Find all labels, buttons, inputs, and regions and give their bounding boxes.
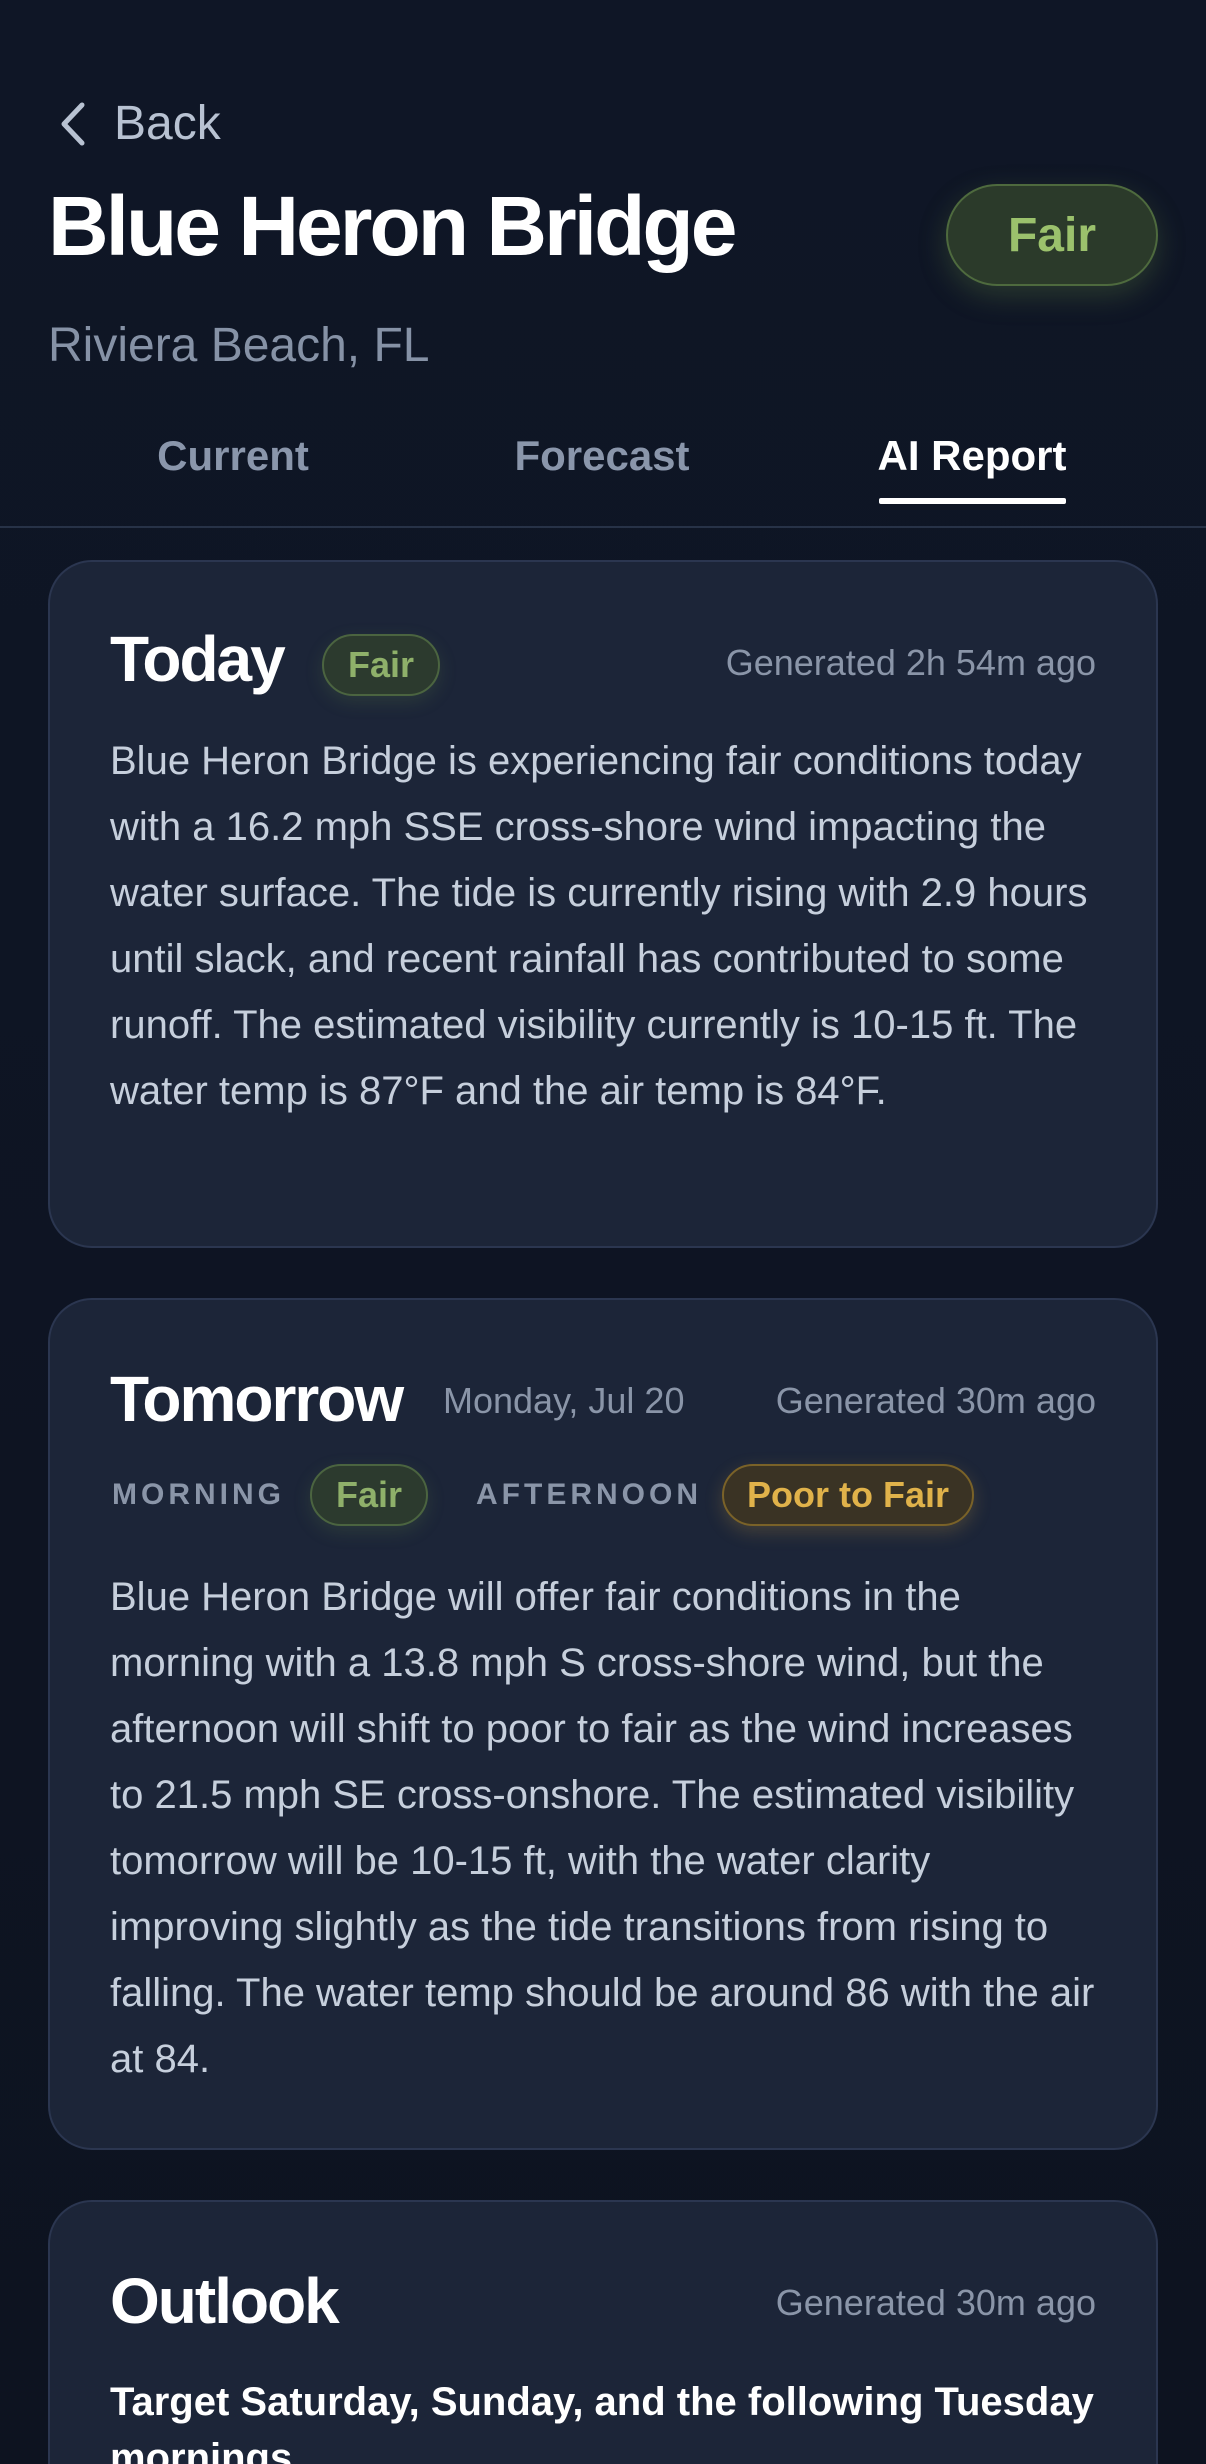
page-title: Blue Heron Bridge — [48, 179, 737, 273]
tab-current[interactable]: Current — [120, 432, 346, 480]
active-tab-indicator — [879, 498, 1066, 504]
today-title: Today — [110, 623, 286, 695]
rating-badge: Fair — [946, 184, 1158, 286]
tab-forecast[interactable]: Forecast — [490, 432, 714, 480]
outlook-card: Outlook Generated 30m ago Target Saturda… — [48, 2200, 1158, 2464]
back-button[interactable]: Back — [58, 96, 221, 151]
tab-ai-report[interactable]: AI Report — [866, 432, 1078, 480]
outlook-generated: Generated 30m ago — [775, 2282, 1096, 2323]
spot-detail-screen: Back Blue Heron Bridge Fair Riviera Beac… — [0, 0, 1206, 2464]
today-card: Today Fair Generated 2h 54m ago Blue Her… — [48, 560, 1158, 1248]
chevron-left-icon — [61, 102, 85, 145]
tomorrow-title: Tomorrow — [110, 1363, 404, 1435]
tomorrow-date: Monday, Jul 20 — [443, 1380, 685, 1421]
outlook-headline: Target Saturday, Sunday, and the followi… — [110, 2380, 1094, 2464]
morning-label: MORNING — [112, 1478, 285, 1511]
today-report-text: Blue Heron Bridge is experiencing fair c… — [110, 739, 1088, 1113]
morning-rating-badge: Fair — [310, 1464, 428, 1526]
afternoon-label: AFTERNOON — [476, 1478, 702, 1511]
tomorrow-generated: Generated 30m ago — [775, 1380, 1096, 1421]
tomorrow-report-text: Blue Heron Bridge will offer fair condit… — [110, 1575, 1095, 2081]
today-generated: Generated 2h 54m ago — [725, 642, 1096, 683]
location-subtitle: Riviera Beach, FL — [48, 319, 430, 372]
tab-bar: Current Forecast AI Report — [0, 420, 1206, 528]
back-label: Back — [114, 97, 221, 150]
afternoon-rating-badge: Poor to Fair — [722, 1464, 974, 1526]
outlook-title: Outlook — [110, 2265, 340, 2337]
today-rating-badge: Fair — [322, 634, 440, 696]
tomorrow-card: Tomorrow Monday, Jul 20 Generated 30m ag… — [48, 1298, 1158, 2150]
